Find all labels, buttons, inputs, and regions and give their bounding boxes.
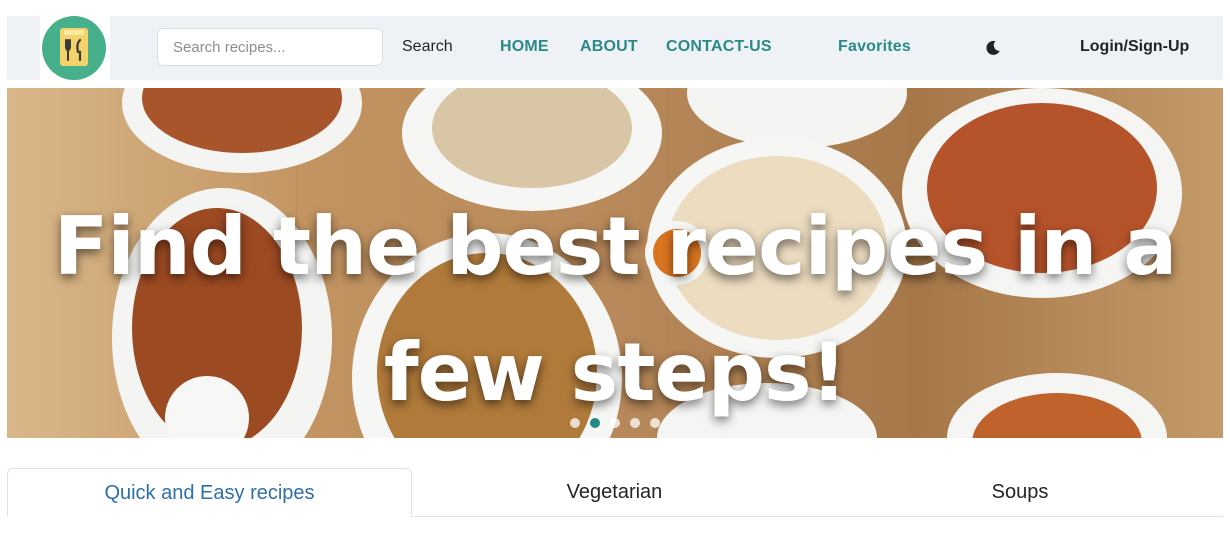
search-button[interactable]: Search bbox=[402, 38, 453, 56]
carousel-dot[interactable] bbox=[610, 418, 620, 428]
hero-heading-line2: few steps! bbox=[383, 326, 847, 419]
nav-favorites-link[interactable]: Favorites bbox=[838, 38, 911, 56]
moon-icon[interactable] bbox=[985, 40, 1001, 56]
nav-contact-link[interactable]: CONTACT-US bbox=[666, 38, 772, 56]
login-signup-button[interactable]: Login/Sign-Up bbox=[1080, 38, 1189, 56]
nav-home-link[interactable]: HOME bbox=[500, 38, 549, 56]
carousel-dot[interactable] bbox=[570, 418, 580, 428]
carousel-dot-active[interactable] bbox=[590, 418, 600, 428]
tab-quick-and-easy[interactable]: Quick and Easy recipes bbox=[7, 468, 412, 517]
navbar: Search HOME ABOUT CONTACT-US Favorites L… bbox=[7, 16, 1223, 80]
search-input[interactable] bbox=[157, 28, 383, 66]
hero-heading-line1: Find the best recipes in a bbox=[53, 200, 1177, 293]
carousel-dot[interactable] bbox=[650, 418, 660, 428]
nav-about-link[interactable]: ABOUT bbox=[580, 38, 638, 56]
tab-soups[interactable]: Soups bbox=[817, 468, 1223, 516]
recipe-category-tabs: Quick and Easy recipes Vegetarian Soups bbox=[7, 468, 1223, 517]
cutlery-notepad-icon bbox=[42, 16, 106, 80]
logo[interactable] bbox=[40, 16, 110, 80]
hero-carousel: Find the best recipes in a few steps! bbox=[7, 88, 1223, 438]
carousel-dot[interactable] bbox=[630, 418, 640, 428]
tab-vegetarian[interactable]: Vegetarian bbox=[412, 468, 817, 516]
